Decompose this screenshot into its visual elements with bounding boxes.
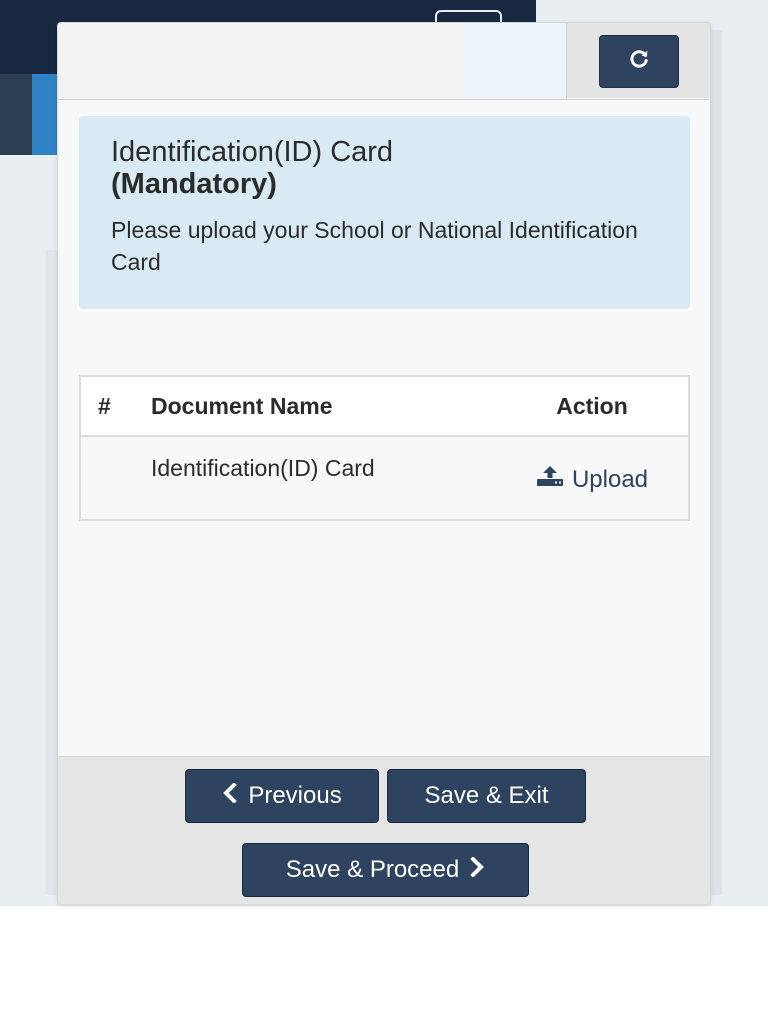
row-document-name: Identification(ID) Card <box>151 455 375 481</box>
upload-link[interactable]: Upload <box>536 437 648 494</box>
upload-modal: Identification(ID) Card (Mandatory) Plea… <box>57 22 711 905</box>
mandatory-notice: Identification(ID) Card (Mandatory) Plea… <box>79 116 690 309</box>
table-header: # Document Name Action <box>81 377 688 437</box>
upload-label: Upload <box>571 465 649 493</box>
background-sidebar-block <box>0 74 32 155</box>
row-number <box>81 437 151 455</box>
row-action-cell: Upload <box>496 437 688 494</box>
chevron-right-icon <box>469 856 485 884</box>
documents-table: # Document Name Action Identification(ID… <box>79 375 690 521</box>
modal-header <box>58 23 710 100</box>
refresh-button[interactable] <box>599 35 679 88</box>
header-number: # <box>98 392 111 419</box>
refresh-icon <box>627 47 651 76</box>
header-input-area[interactable] <box>464 23 566 98</box>
table-row: Identification(ID) Card Upload <box>81 437 688 519</box>
previous-button[interactable]: Previous <box>185 769 379 823</box>
save-exit-button[interactable]: Save & Exit <box>387 769 586 823</box>
save-exit-label: Save & Exit <box>424 782 549 809</box>
save-proceed-label: Save & Proceed <box>285 856 460 883</box>
previous-label: Previous <box>248 782 342 809</box>
notice-heading: Identification(ID) Card (Mandatory) <box>111 136 658 200</box>
upload-icon <box>536 465 564 494</box>
header-action: Action <box>556 392 628 419</box>
save-proceed-button[interactable]: Save & Proceed <box>242 843 529 897</box>
notice-text: Please upload your School or National Id… <box>111 217 638 275</box>
notice-title: Identification(ID) Card <box>111 136 394 168</box>
background-sidebar-accent <box>32 74 60 155</box>
background-panel-edge-right <box>710 30 722 895</box>
notice-mandatory-label: (Mandatory) <box>111 168 277 200</box>
modal-footer: Previous Save & Exit Save & Proceed <box>58 756 710 904</box>
chevron-left-icon <box>222 782 238 810</box>
header-document-name: Document Name <box>151 392 333 419</box>
